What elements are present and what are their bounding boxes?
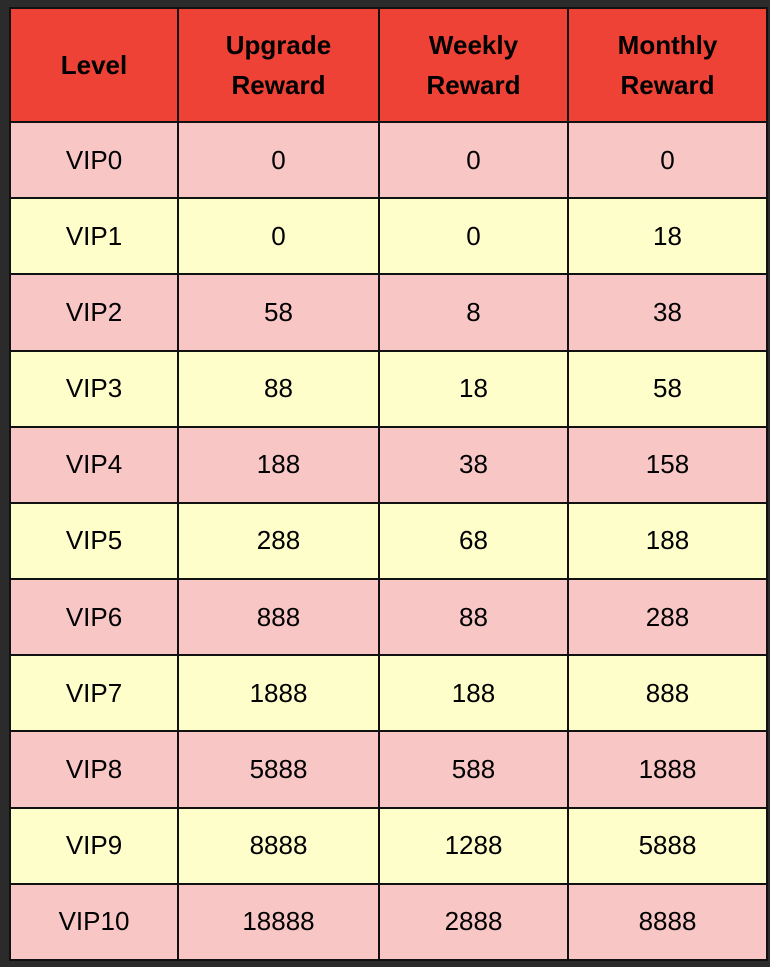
monthly-reward-cell: 18 xyxy=(567,197,768,276)
monthly-reward-cell: 0 xyxy=(567,120,768,200)
upgrade-reward-cell: 0 xyxy=(177,197,380,276)
table-row: VIP8 5888 588 1888 xyxy=(9,730,768,809)
table-row: VIP6 888 88 288 xyxy=(9,578,768,657)
header-row: Level Upgrade Reward Weekly Reward Month… xyxy=(9,7,768,123)
upgrade-reward-cell: 1888 xyxy=(177,654,380,733)
upgrade-reward-cell: 8888 xyxy=(177,806,380,885)
header-monthly-reward: Monthly Reward xyxy=(567,7,768,123)
weekly-reward-cell: 0 xyxy=(378,197,569,276)
level-cell: VIP7 xyxy=(9,654,179,733)
upgrade-reward-cell: 288 xyxy=(177,501,380,581)
monthly-reward-cell: 158 xyxy=(567,425,768,504)
weekly-reward-cell: 1288 xyxy=(378,806,569,885)
header-level: Level xyxy=(9,7,179,123)
table-row: VIP9 8888 1288 5888 xyxy=(9,806,768,885)
monthly-reward-cell: 58 xyxy=(567,349,768,428)
weekly-reward-cell: 8 xyxy=(378,273,569,352)
level-cell: VIP1 xyxy=(9,197,179,276)
weekly-reward-cell: 188 xyxy=(378,654,569,733)
upgrade-reward-cell: 58 xyxy=(177,273,380,352)
table-row: VIP1 0 0 18 xyxy=(9,197,768,276)
monthly-reward-cell: 288 xyxy=(567,578,768,657)
monthly-reward-cell: 8888 xyxy=(567,882,768,962)
weekly-reward-cell: 88 xyxy=(378,578,569,657)
table-row: VIP4 188 38 158 xyxy=(9,425,768,504)
upgrade-reward-cell: 5888 xyxy=(177,730,380,809)
level-cell: VIP10 xyxy=(9,882,179,962)
weekly-reward-cell: 18 xyxy=(378,349,569,428)
level-cell: VIP6 xyxy=(9,578,179,657)
upgrade-reward-cell: 0 xyxy=(177,120,380,200)
header-upgrade-reward: Upgrade Reward xyxy=(177,7,380,123)
monthly-reward-cell: 38 xyxy=(567,273,768,352)
monthly-reward-cell: 888 xyxy=(567,654,768,733)
level-cell: VIP8 xyxy=(9,730,179,809)
upgrade-reward-cell: 18888 xyxy=(177,882,380,962)
table-row: VIP10 18888 2888 8888 xyxy=(9,882,768,962)
monthly-reward-cell: 188 xyxy=(567,501,768,581)
monthly-reward-cell: 5888 xyxy=(567,806,768,885)
weekly-reward-cell: 38 xyxy=(378,425,569,504)
vip-rewards-table: Level Upgrade Reward Weekly Reward Month… xyxy=(9,7,768,962)
table-row: VIP0 0 0 0 xyxy=(9,120,768,200)
table-row: VIP2 58 8 38 xyxy=(9,273,768,352)
header-weekly-reward: Weekly Reward xyxy=(378,7,569,123)
level-cell: VIP5 xyxy=(9,501,179,581)
table-row: VIP7 1888 188 888 xyxy=(9,654,768,733)
table-frame: Level Upgrade Reward Weekly Reward Month… xyxy=(9,7,768,962)
weekly-reward-cell: 2888 xyxy=(378,882,569,962)
level-cell: VIP0 xyxy=(9,120,179,200)
weekly-reward-cell: 588 xyxy=(378,730,569,809)
level-cell: VIP9 xyxy=(9,806,179,885)
table-row: VIP5 288 68 188 xyxy=(9,501,768,581)
upgrade-reward-cell: 888 xyxy=(177,578,380,657)
weekly-reward-cell: 68 xyxy=(378,501,569,581)
level-cell: VIP3 xyxy=(9,349,179,428)
upgrade-reward-cell: 188 xyxy=(177,425,380,504)
level-cell: VIP4 xyxy=(9,425,179,504)
level-cell: VIP2 xyxy=(9,273,179,352)
upgrade-reward-cell: 88 xyxy=(177,349,380,428)
monthly-reward-cell: 1888 xyxy=(567,730,768,809)
weekly-reward-cell: 0 xyxy=(378,120,569,200)
table-body: VIP0 0 0 0 VIP1 0 0 18 VIP2 58 8 38 VIP3 88 18 58 VIP4 18… xyxy=(9,120,768,962)
table-row: VIP3 88 18 58 xyxy=(9,349,768,428)
